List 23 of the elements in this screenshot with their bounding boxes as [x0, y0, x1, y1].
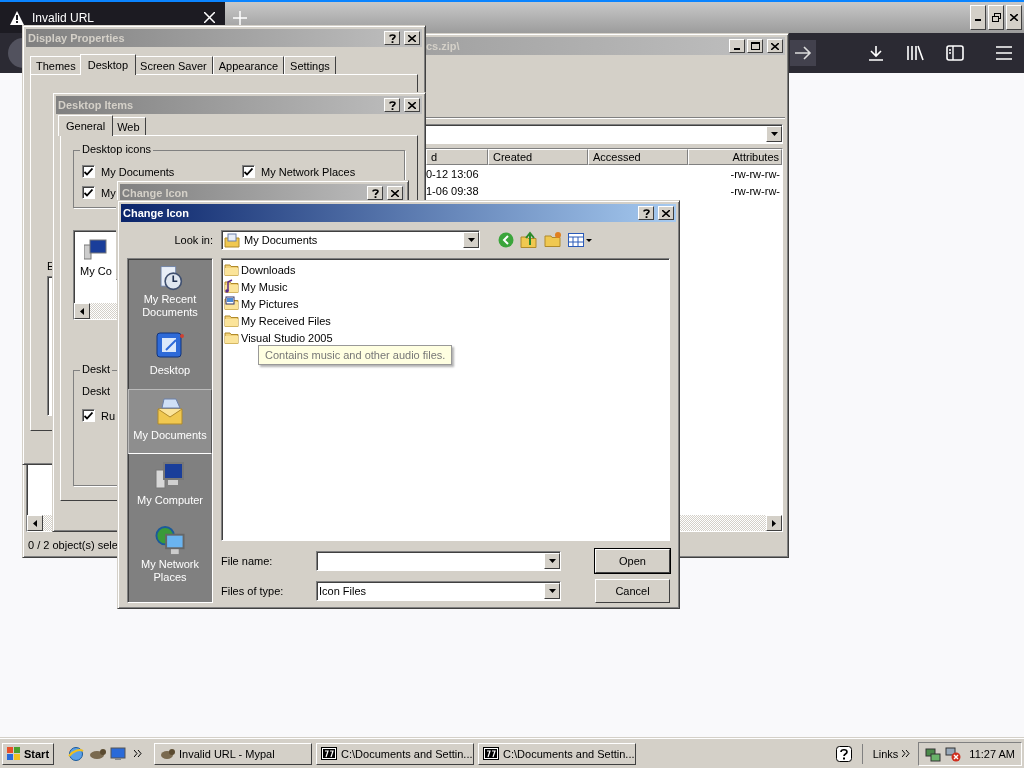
status-text: 0 / 2 object(s) sele — [28, 539, 118, 551]
tooltip: Contains music and other audio files. — [258, 345, 453, 365]
table-cell-text: -rw-rw-rw- — [729, 167, 781, 180]
tab-title: Invalid URL — [32, 10, 96, 25]
table-cell-text: -rw-rw-rw- — [729, 184, 781, 197]
field-label: File name: — [221, 555, 274, 567]
checkbox-label: My Network Places — [261, 165, 356, 178]
group-title: Desktop icons — [80, 143, 154, 155]
table-cell-text: 1-06 09:38 — [426, 184, 480, 197]
checkbox-label: My Documents — [101, 165, 175, 178]
window-title: Change Icon — [123, 207, 190, 219]
window-title: Desktop Items — [58, 99, 135, 111]
group-title: Deskt — [80, 363, 113, 375]
field-label: Files of type: — [221, 585, 285, 597]
field-label: Look in: — [173, 234, 213, 246]
item-label: My Co — [80, 265, 112, 277]
window-title: Change Icon — [122, 187, 189, 199]
checkbox-label: My — [101, 186, 116, 199]
checkbox-label: Ru — [101, 409, 116, 422]
clock-time: 11:27 AM — [969, 747, 1015, 760]
table-cell-text: 0-12 13:06 — [426, 167, 480, 180]
window-title: Display Properties — [28, 32, 126, 44]
group-text: Deskt — [82, 385, 112, 397]
